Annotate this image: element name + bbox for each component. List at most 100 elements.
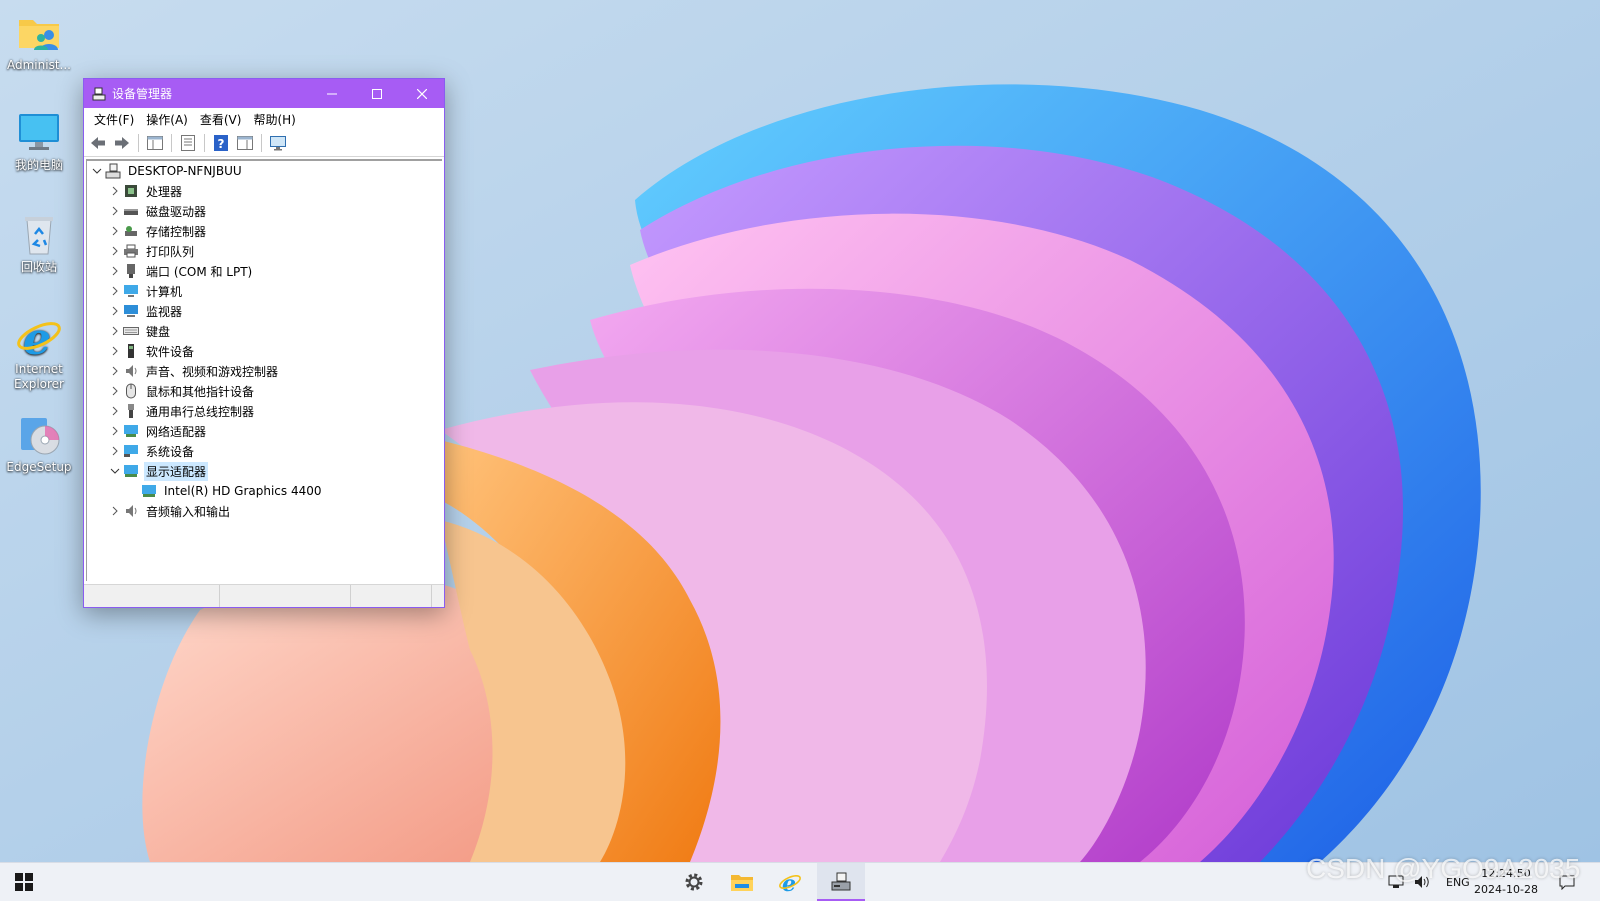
close-button[interactable] xyxy=(399,79,444,108)
keyboard-icon xyxy=(123,323,139,339)
svg-text:e: e xyxy=(23,314,51,360)
desktop-icon-internet-explorer[interactable]: e Internet Explorer xyxy=(4,312,74,392)
close-icon xyxy=(416,88,427,99)
tree-item-ports[interactable]: 端口 (COM 和 LPT) xyxy=(87,261,442,281)
tree-item-computer[interactable]: 计算机 xyxy=(87,281,442,301)
tree-item-software-devices[interactable]: 软件设备 xyxy=(87,341,442,361)
tree-item-usb-controllers[interactable]: 通用串行总线控制器 xyxy=(87,401,442,421)
toolbar-separator xyxy=(261,134,262,152)
action-pane-icon xyxy=(237,136,253,150)
show-hide-tree-button[interactable] xyxy=(145,133,165,153)
tree-item-audio-io[interactable]: 音频输入和输出 xyxy=(87,501,442,521)
speaker-icon xyxy=(123,363,139,379)
desktop-icon-administrator[interactable]: Administ... xyxy=(4,8,74,73)
tree-root-row[interactable]: DESKTOP-NFNJBUU xyxy=(87,161,442,181)
chevron-right-icon[interactable] xyxy=(107,303,123,319)
tree-child-intel-hd-graphics[interactable]: Intel(R) HD Graphics 4400 xyxy=(87,481,442,501)
tree-item-system-devices[interactable]: 系统设备 xyxy=(87,441,442,461)
desktop-icon-my-computer[interactable]: 我的电脑 xyxy=(4,108,74,173)
title-bar[interactable]: 设备管理器 xyxy=(84,79,444,108)
ie-icon: e xyxy=(15,312,63,365)
watermark: CSDN @YGO9A2035 xyxy=(1306,853,1581,884)
forward-icon xyxy=(115,137,129,149)
chevron-right-icon[interactable] xyxy=(107,203,123,219)
display-adapter-icon xyxy=(123,463,139,479)
chevron-right-icon[interactable] xyxy=(107,403,123,419)
desktop-icon-label: EdgeSetup xyxy=(6,460,72,474)
chevron-right-icon[interactable] xyxy=(107,503,123,519)
taskbar-device-manager[interactable] xyxy=(817,863,865,901)
chevron-right-icon[interactable] xyxy=(107,383,123,399)
desktop-icon-label: Internet Explorer xyxy=(14,362,64,391)
device-tree[interactable]: DESKTOP-NFNJBUU 处理器 磁盘驱动器 存储控制器 打印队列 端口 … xyxy=(86,159,442,581)
back-button[interactable] xyxy=(88,133,108,153)
status-cell xyxy=(220,585,351,607)
chevron-down-icon[interactable] xyxy=(89,163,105,179)
forward-button[interactable] xyxy=(112,133,132,153)
disk-drive-icon xyxy=(123,203,139,219)
port-icon xyxy=(123,263,139,279)
maximize-button[interactable] xyxy=(354,79,399,108)
properties-button[interactable] xyxy=(178,133,198,153)
svg-text:?: ? xyxy=(218,137,225,151)
tree-item-network-adapters[interactable]: 网络适配器 xyxy=(87,421,442,441)
file-explorer-icon xyxy=(731,875,753,891)
tree-item-processor[interactable]: 处理器 xyxy=(87,181,442,201)
tree-item-display-adapters[interactable]: 显示适配器 xyxy=(87,461,442,481)
properties-icon xyxy=(181,135,195,151)
start-button[interactable] xyxy=(0,863,48,901)
setup-disc-icon xyxy=(15,410,63,458)
action-pane-button[interactable] xyxy=(235,133,255,153)
taskbar-settings[interactable] xyxy=(670,863,718,901)
chevron-right-icon[interactable] xyxy=(107,443,123,459)
tree-item-keyboards[interactable]: 键盘 xyxy=(87,321,442,341)
svg-text:e: e xyxy=(782,871,796,894)
scan-hardware-button[interactable] xyxy=(268,133,288,153)
chevron-right-icon[interactable] xyxy=(107,343,123,359)
tree-item-disk-drives[interactable]: 磁盘驱动器 xyxy=(87,201,442,221)
tree-item-mice[interactable]: 鼠标和其他指针设备 xyxy=(87,381,442,401)
toolbar: ? xyxy=(84,130,444,157)
windows-start-icon xyxy=(15,873,33,891)
chevron-down-icon[interactable] xyxy=(107,463,123,479)
tree-item-label: 通用串行总线控制器 xyxy=(146,404,255,419)
desktop-icon-label: Administ... xyxy=(7,58,71,72)
window-title: 设备管理器 xyxy=(112,87,173,101)
monitor-icon xyxy=(15,108,63,156)
help-button[interactable]: ? xyxy=(211,133,231,153)
chevron-right-icon[interactable] xyxy=(107,223,123,239)
toolbar-separator xyxy=(204,134,205,152)
computer-icon xyxy=(123,283,139,299)
chevron-right-icon[interactable] xyxy=(107,283,123,299)
chevron-right-icon[interactable] xyxy=(107,243,123,259)
chevron-right-icon[interactable] xyxy=(107,323,123,339)
chevron-right-icon[interactable] xyxy=(107,423,123,439)
menu-help[interactable]: 帮助(H) xyxy=(247,111,301,128)
minimize-button[interactable] xyxy=(309,79,354,108)
menu-view[interactable]: 查看(V) xyxy=(194,111,248,128)
show-hide-tree-icon xyxy=(147,136,163,150)
display-adapter-icon xyxy=(141,483,157,499)
tree-item-print-queues[interactable]: 打印队列 xyxy=(87,241,442,261)
tree-item-label: 端口 (COM 和 LPT) xyxy=(146,264,253,279)
maximize-icon xyxy=(371,88,382,99)
taskbar-file-explorer[interactable] xyxy=(718,863,766,901)
chevron-right-icon[interactable] xyxy=(107,363,123,379)
system-device-icon xyxy=(123,443,139,459)
monitor-icon xyxy=(123,303,139,319)
tree-item-sound-video-game[interactable]: 声音、视频和游戏控制器 xyxy=(87,361,442,381)
desktop-icon-edgesetup[interactable]: EdgeSetup xyxy=(4,410,74,475)
taskbar-internet-explorer[interactable]: e xyxy=(766,863,814,901)
desktop-icon-recycle-bin[interactable]: 回收站 xyxy=(4,210,74,275)
tree-child-label: Intel(R) HD Graphics 4400 xyxy=(164,484,322,498)
chevron-right-icon[interactable] xyxy=(107,263,123,279)
scan-hardware-icon xyxy=(270,136,286,151)
recycle-bin-icon xyxy=(15,210,63,258)
device-manager-window: 设备管理器 文件(F) 操作(A) 查看(V) 帮助(H) ? DESKTOP-… xyxy=(83,78,445,608)
chevron-right-icon[interactable] xyxy=(107,183,123,199)
menu-file[interactable]: 文件(F) xyxy=(88,111,140,128)
tree-item-monitors[interactable]: 监视器 xyxy=(87,301,442,321)
tree-item-label: 系统设备 xyxy=(146,444,195,459)
tree-item-storage-controllers[interactable]: 存储控制器 xyxy=(87,221,442,241)
menu-action[interactable]: 操作(A) xyxy=(140,111,194,128)
